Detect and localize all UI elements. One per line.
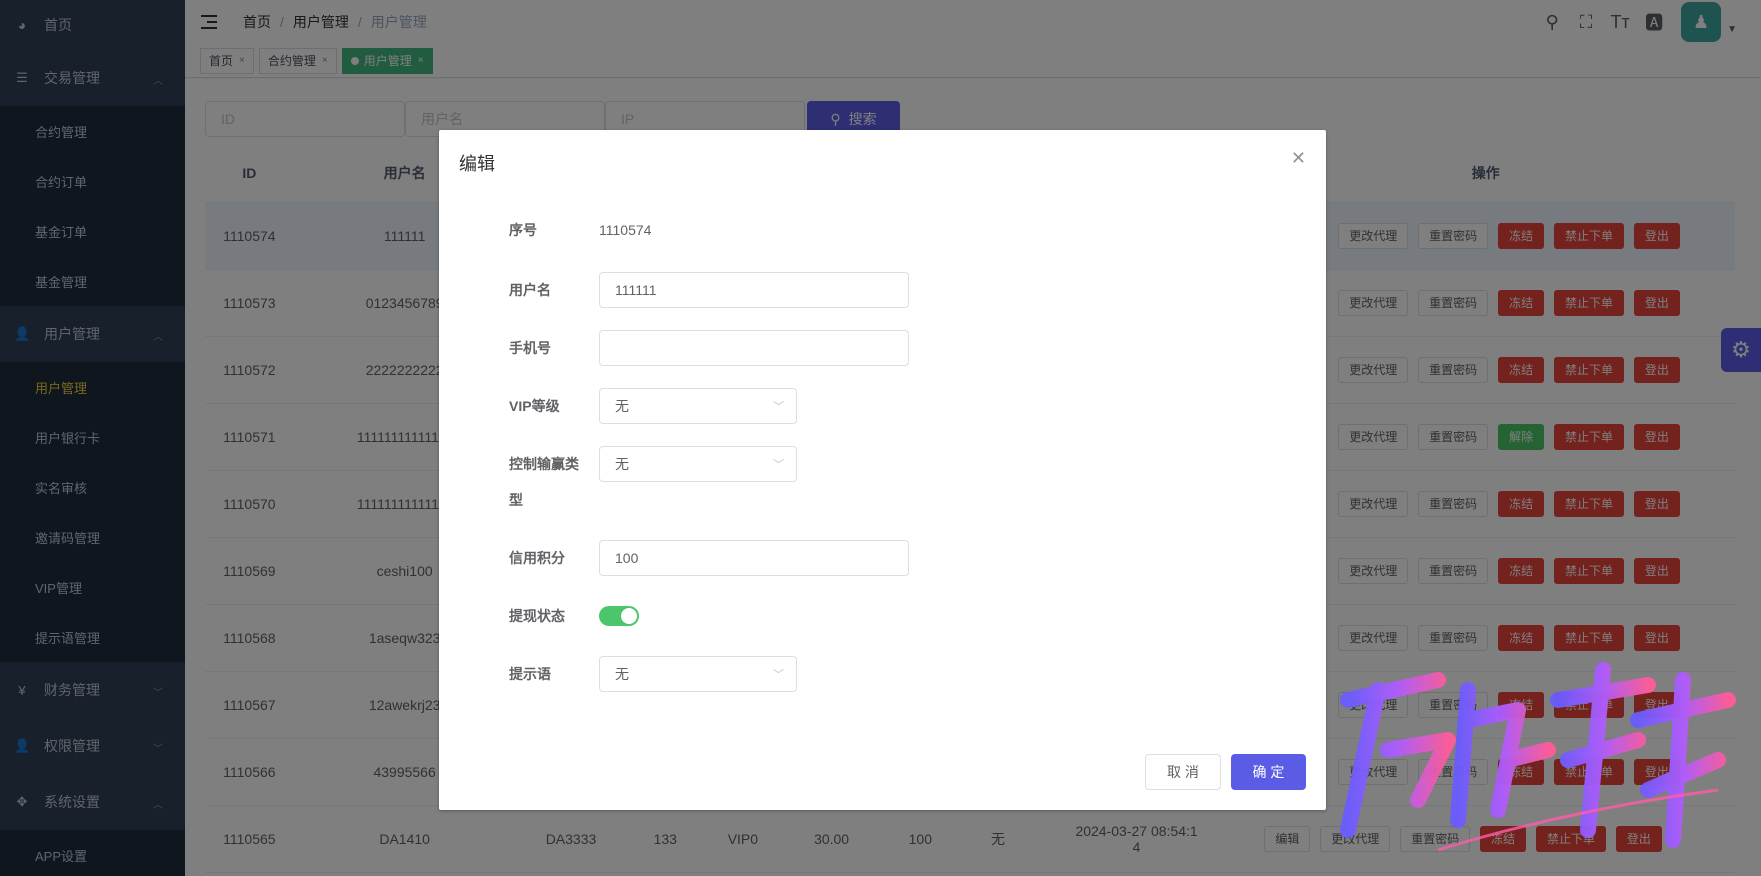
seq-value: 1110574 [599,222,652,238]
field-label-line: 控制输赢类 [509,456,579,472]
chevron-down-icon: ﹀ [773,669,784,681]
dialog-title: 编辑 [459,154,495,174]
field-credit: 信用积分 100 [509,540,909,576]
select-value: 无 [615,456,629,472]
field-vip: VIP等级 无 ﹀ [509,388,797,424]
edit-dialog: 编辑 ✕ 序号 1110574 用户名 111111 手机号 VIP等级 无 ﹀… [439,130,1326,810]
username-input[interactable]: 111111 [599,272,909,308]
control-type-select[interactable]: 无 ﹀ [599,446,797,482]
field-label: 手机号 [509,340,551,356]
field-phone: 手机号 [509,330,909,366]
select-value: 无 [615,398,629,414]
phone-input[interactable] [599,330,909,366]
field-label: 控制输赢类 型 [509,446,599,518]
close-icon[interactable]: ✕ [1291,148,1306,169]
field-tip: 提示语 无 ﹀ [509,656,797,692]
field-username: 用户名 111111 [509,272,909,308]
credit-input[interactable]: 100 [599,540,909,576]
field-control-type: 控制输赢类 型 无 ﹀ [509,446,797,518]
withdraw-toggle[interactable] [599,606,639,626]
field-label: 用户名 [509,282,551,298]
field-label: 提现状态 [509,608,565,624]
cancel-button[interactable]: 取 消 [1145,754,1221,790]
confirm-button[interactable]: 确 定 [1231,754,1306,790]
vip-select[interactable]: 无 ﹀ [599,388,797,424]
field-label: 信用积分 [509,550,565,566]
tip-select[interactable]: 无 ﹀ [599,656,797,692]
field-label-line: 型 [509,492,523,508]
chevron-down-icon: ﹀ [773,459,784,471]
field-withdraw: 提现状态 [509,598,639,634]
field-label: 提示语 [509,666,551,682]
select-value: 无 [615,666,629,682]
field-seq: 序号 1110574 [509,212,651,248]
chevron-down-icon: ﹀ [773,401,784,413]
field-label: 序号 [509,222,537,238]
field-label: VIP等级 [509,398,560,414]
